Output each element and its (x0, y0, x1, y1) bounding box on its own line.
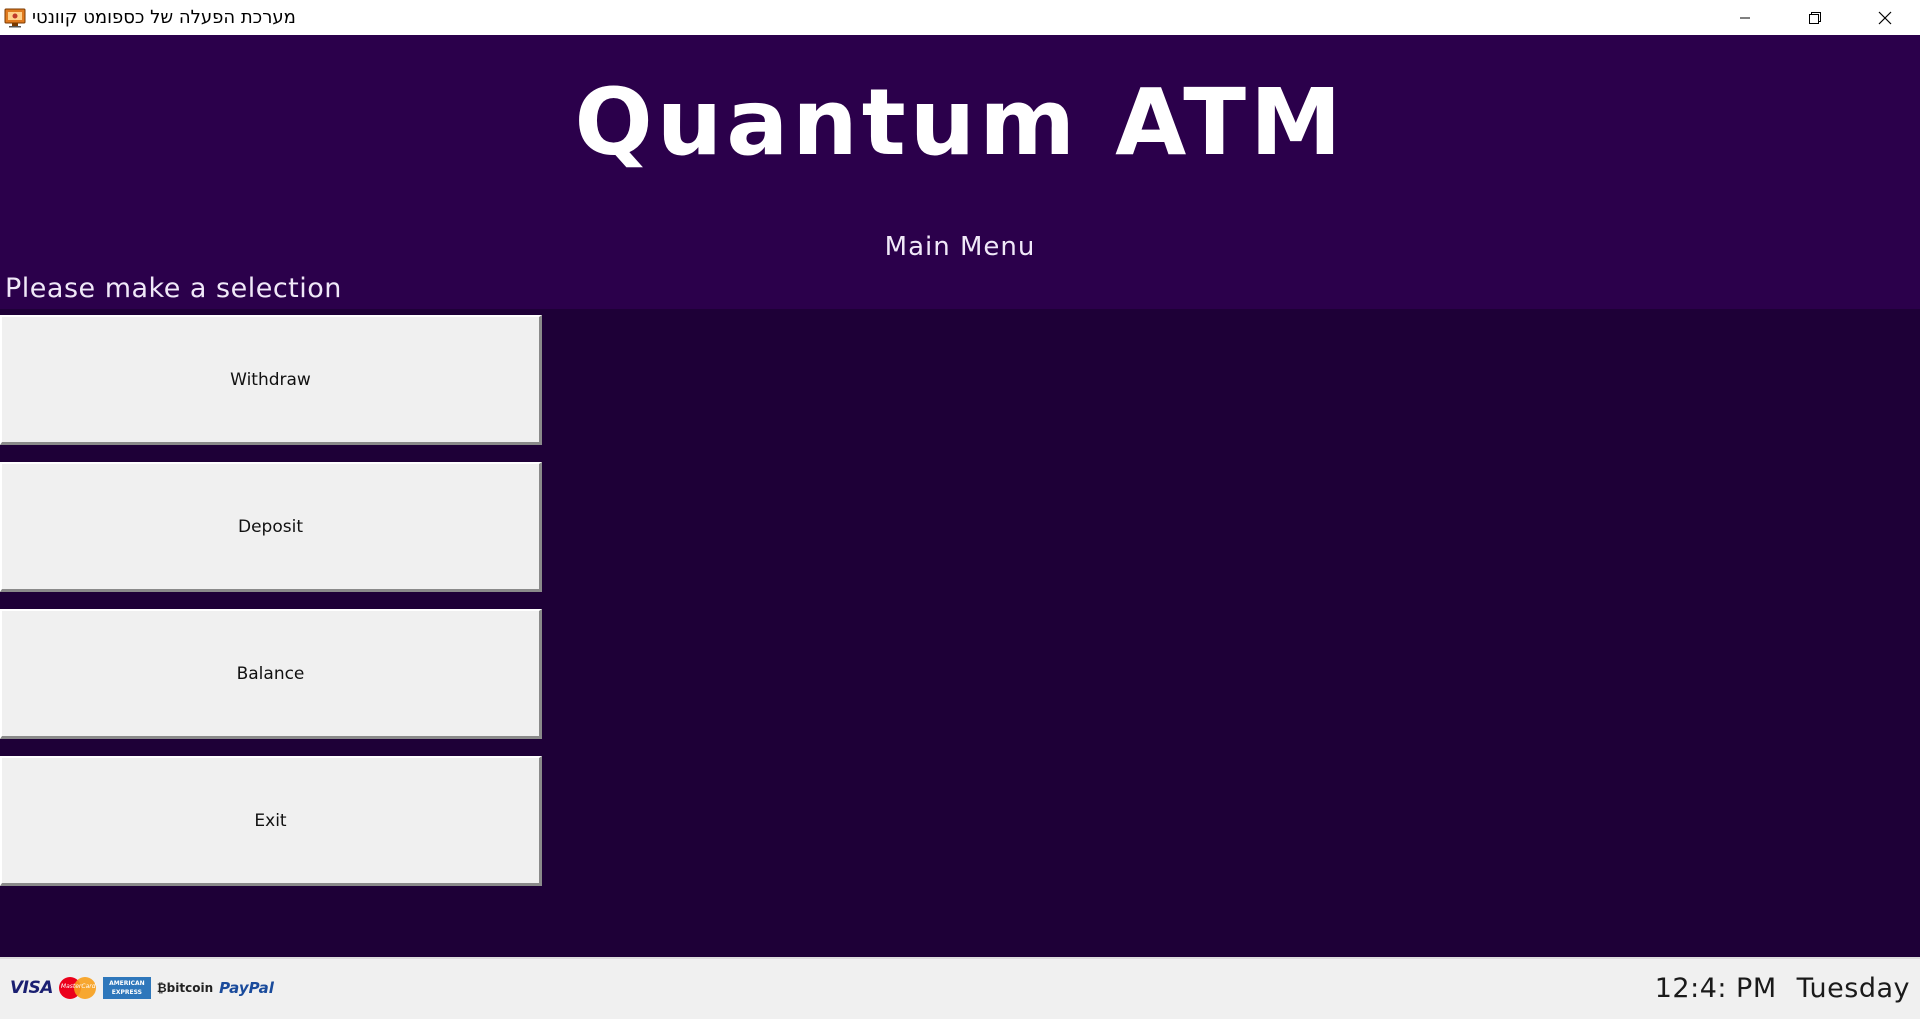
header-panel: Quantum ATM Main Menu Please make a sele… (0, 35, 1920, 309)
brand-title: Quantum ATM (574, 69, 1346, 176)
mastercard-logo: MasterCard (58, 977, 97, 999)
paypal-logo: PayPal (219, 979, 274, 997)
minimize-icon[interactable] (1710, 0, 1780, 35)
restore-icon[interactable] (1780, 0, 1850, 35)
window-title: מערכת הפעלה של כספומט קוונטי (32, 7, 296, 28)
title-group: מערכת הפעלה של כספומט קוונטי (0, 0, 296, 35)
clock-display: 12:4: PM Tuesday (1655, 973, 1910, 1004)
time-label: 12:4: PM (1654, 973, 1777, 1004)
selection-prompt: Please make a selection (5, 273, 342, 304)
balance-button[interactable]: Balance (0, 609, 542, 739)
status-bar: VISA MasterCard AMERICAN EXPRESS ₿bitcoi… (0, 957, 1920, 1019)
monitor-icon (4, 8, 26, 28)
menu-title: Main Menu (884, 232, 1036, 262)
visa-logo: VISA (10, 978, 53, 998)
withdraw-button[interactable]: Withdraw (0, 315, 542, 445)
day-label: Tuesday (1796, 973, 1910, 1004)
deposit-button[interactable]: Deposit (0, 462, 542, 592)
close-icon[interactable] (1850, 0, 1920, 35)
window-titlebar[interactable]: מערכת הפעלה של כספומט קוונטי (0, 0, 1920, 35)
exit-button[interactable]: Exit (0, 756, 542, 886)
payment-logos: VISA MasterCard AMERICAN EXPRESS ₿bitcoi… (10, 977, 274, 999)
bitcoin-icon: ₿ (156, 981, 167, 995)
bitcoin-logo: ₿bitcoin (156, 981, 214, 995)
amex-logo: AMERICAN EXPRESS (102, 977, 151, 999)
window-controls (1710, 0, 1920, 35)
main-panel: Withdraw Deposit Balance Exit (0, 309, 1920, 957)
